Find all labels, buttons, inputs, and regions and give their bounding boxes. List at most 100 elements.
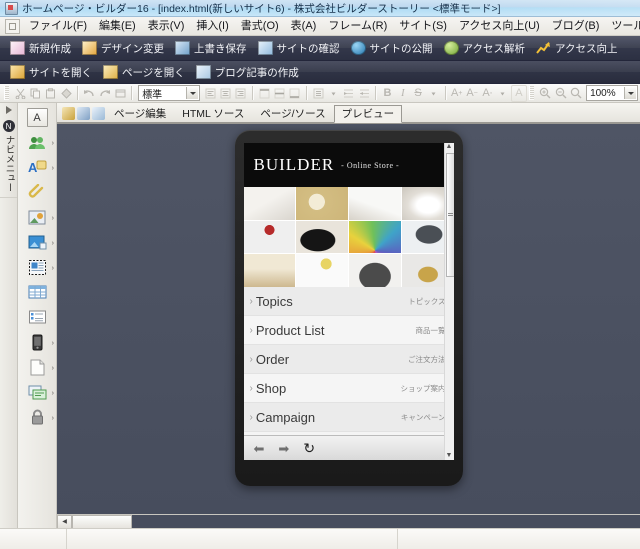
border-top-icon[interactable] — [257, 86, 271, 101]
site-menu-item-campaign[interactable]: › Campaign キャンペーン — [243, 403, 454, 432]
red-black-plates-photo[interactable] — [243, 220, 296, 254]
list-box-icon[interactable] — [25, 307, 49, 328]
toolbar-gripper-2[interactable] — [529, 86, 535, 100]
toolbar-button-analytics[interactable]: アクセス解析 — [440, 37, 532, 59]
toolbar-button-new-blog-post[interactable]: ブログ記事の作成 — [192, 61, 306, 83]
toolbar-button-open-site[interactable]: サイトを開く — [6, 61, 99, 83]
expand-arrow-icon[interactable] — [5, 106, 12, 114]
list-dropdown-icon[interactable] — [326, 86, 340, 101]
scroll-left-arrow-icon[interactable]: ◀ — [57, 514, 72, 529]
scroll-down-arrow-icon[interactable]: ▼ — [446, 452, 453, 460]
italic-icon[interactable]: I — [396, 86, 410, 101]
zoom-in-icon[interactable] — [538, 86, 552, 101]
submenu-chevron-icon[interactable]: › — [52, 240, 54, 247]
toolbar-button-save[interactable]: 上書き保存 — [171, 37, 254, 59]
paste-icon[interactable] — [44, 86, 58, 101]
bedroom-lamps-photo[interactable] — [243, 254, 296, 287]
forward-arrow-icon[interactable]: ➡ — [278, 442, 289, 455]
menu-item-access[interactable]: アクセス向上(U) — [453, 17, 546, 35]
menu-item-view[interactable]: 表示(V) — [142, 17, 191, 35]
cut-icon[interactable] — [13, 86, 27, 101]
indent-decrease-icon[interactable] — [342, 86, 356, 101]
tab-page-source[interactable]: ページ/ソース — [252, 106, 333, 123]
text-tool-icon[interactable]: A — [25, 107, 49, 128]
submenu-chevron-icon[interactable]: › — [52, 415, 54, 422]
undo-icon[interactable] — [82, 86, 96, 101]
magnifier-page-icon[interactable] — [92, 107, 105, 120]
form-icon[interactable]: › — [25, 382, 54, 403]
align-left-icon[interactable] — [203, 86, 217, 101]
submenu-chevron-icon[interactable]: › — [52, 165, 54, 172]
toolbar-button-new-page[interactable]: 新規作成 — [6, 37, 78, 59]
hscrollbar-thumb[interactable] — [72, 514, 132, 529]
menu-item-blog[interactable]: ブログ(B) — [546, 17, 606, 35]
back-arrow-icon[interactable]: ⬅ — [254, 442, 265, 455]
preview-browser-icon[interactable] — [113, 86, 127, 101]
color-fan-photo[interactable] — [349, 220, 401, 254]
white-desk-photo[interactable] — [349, 187, 401, 220]
table-icon[interactable] — [25, 282, 49, 303]
menu-item-tools[interactable]: ツール(T) — [605, 17, 640, 35]
chevron-down-icon[interactable] — [186, 87, 199, 99]
plates-on-mat-photo[interactable] — [296, 187, 348, 220]
submenu-chevron-icon[interactable]: › — [52, 215, 54, 222]
zoom-out-icon[interactable] — [553, 86, 567, 101]
menu-item-insert[interactable]: 挿入(I) — [190, 17, 234, 35]
align-center-icon[interactable] — [219, 86, 233, 101]
pen-icon[interactable] — [62, 107, 75, 120]
toolbar-gripper[interactable] — [4, 86, 9, 100]
reload-icon[interactable]: ↻ — [303, 441, 315, 455]
site-menu-item-order[interactable]: › Order ご注文方法 — [243, 345, 454, 374]
menu-item-format[interactable]: 書式(O) — [235, 17, 285, 35]
indent-increase-icon[interactable] — [357, 86, 371, 101]
submenu-chevron-icon[interactable]: › — [52, 365, 54, 372]
page-icon[interactable]: › — [25, 357, 54, 378]
redo-icon[interactable] — [98, 86, 112, 101]
strikethrough-icon[interactable]: S — [411, 86, 425, 101]
list-icon[interactable] — [311, 86, 325, 101]
nav-menu-strip[interactable]: N ナビメニュー — [0, 103, 18, 528]
toolbar-button-change-design[interactable]: デザイン変更 — [78, 37, 171, 59]
people-photo-icon[interactable]: › — [25, 132, 54, 153]
copy-icon[interactable] — [28, 86, 42, 101]
tab-preview[interactable]: プレビュー — [333, 105, 403, 123]
submenu-chevron-icon[interactable]: › — [52, 390, 54, 397]
font-dropdown-icon[interactable] — [496, 86, 510, 101]
black-bag-photo[interactable] — [296, 220, 348, 254]
layout-block-icon[interactable]: › — [25, 257, 54, 278]
zoom-reset-icon[interactable] — [569, 86, 583, 101]
attachment-icon[interactable] — [25, 182, 49, 203]
style-select[interactable]: 標準 — [138, 85, 201, 101]
border-middle-icon[interactable] — [272, 86, 286, 101]
submenu-chevron-icon[interactable]: › — [52, 265, 54, 272]
scroll-up-arrow-icon[interactable]: ▲ — [446, 143, 453, 151]
menu-item-site[interactable]: サイト(S) — [393, 17, 453, 35]
tab-html-source[interactable]: HTML ソース — [174, 106, 252, 123]
hscrollbar-track[interactable] — [132, 515, 640, 528]
font-shrink-icon[interactable]: A − — [465, 86, 479, 101]
clear-format-icon[interactable]: A — [510, 84, 528, 102]
bold-icon[interactable]: B — [380, 86, 394, 101]
site-menu-item-shop[interactable]: › Shop ショップ案内 — [243, 374, 454, 403]
site-menu-item-product-list[interactable]: › Product List 商品一覧 — [243, 316, 454, 345]
word-art-icon[interactable]: A › — [25, 157, 55, 178]
align-right-icon[interactable] — [234, 86, 248, 101]
scrollbar-thumb[interactable] — [445, 153, 454, 277]
tab-page-edit[interactable]: ページ編集 — [106, 106, 174, 123]
white-sofa-photo[interactable] — [243, 187, 296, 220]
mobile-device-icon[interactable]: › — [25, 332, 54, 353]
font-grow-icon[interactable]: A + — [450, 86, 464, 101]
chevron-down-icon[interactable] — [624, 87, 637, 99]
horizontal-scrollbar[interactable]: ◀ — [57, 514, 640, 529]
toolbar-button-check-site[interactable]: サイトの確認 — [254, 37, 347, 59]
submenu-chevron-icon[interactable]: › — [52, 340, 54, 347]
toolbar-button-open-page[interactable]: ページを開く — [99, 61, 192, 83]
menu-item-file[interactable]: ファイル(F) — [23, 17, 93, 35]
system-menu-icon[interactable] — [5, 18, 20, 34]
zoom-select[interactable]: 100% — [586, 85, 639, 101]
font-style-icon[interactable]: A ◦ — [480, 86, 494, 101]
format-painter-icon[interactable] — [59, 86, 73, 101]
toolbar-button-improve-access[interactable]: アクセス向上 — [532, 37, 624, 59]
window-icon[interactable] — [77, 107, 90, 120]
strike-dropdown-icon[interactable] — [426, 86, 440, 101]
